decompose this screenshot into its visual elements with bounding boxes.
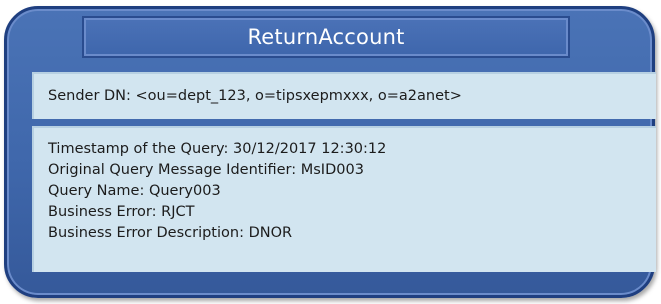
title-bar: ReturnAccount	[82, 16, 570, 58]
query-name-line: Query Name: Query003	[48, 183, 221, 199]
timestamp-line: Timestamp of the Query: 30/12/2017 12:30…	[48, 141, 387, 157]
card-title: ReturnAccount	[247, 25, 405, 49]
details-panel: Timestamp of the Query: 30/12/2017 12:30…	[32, 126, 656, 272]
business-error-line: Business Error: RJCT	[48, 204, 195, 220]
sender-dn-text: Sender DN: <ou=dept_123, o=tipsxepmxxx, …	[48, 88, 462, 104]
sender-panel: Sender DN: <ou=dept_123, o=tipsxepmxxx, …	[32, 72, 656, 119]
original-query-id-line: Original Query Message Identifier: MsID0…	[48, 162, 364, 178]
business-error-description-line: Business Error Description: DNOR	[48, 225, 293, 241]
